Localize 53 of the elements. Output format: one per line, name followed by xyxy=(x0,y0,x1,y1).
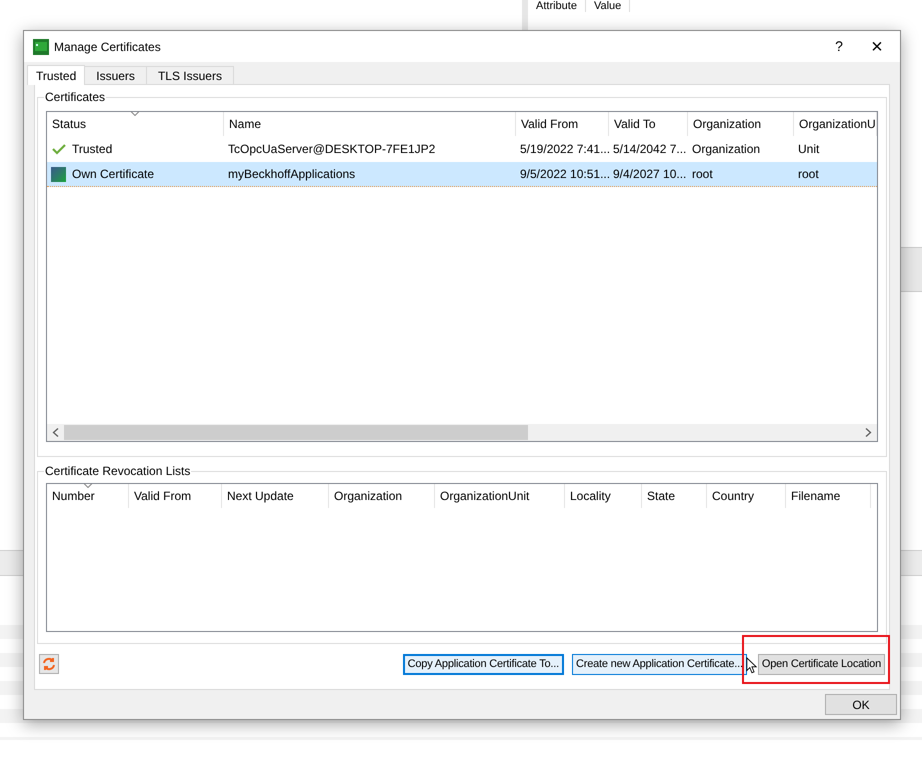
help-button[interactable]: ? xyxy=(824,32,854,62)
column-header[interactable]: Next Update xyxy=(222,484,329,508)
checkmark-icon xyxy=(52,143,66,155)
column-header[interactable]: OrganizationUnit xyxy=(435,484,565,508)
column-header: Value xyxy=(586,0,630,12)
group-title: Certificate Revocation Lists xyxy=(44,463,192,480)
tab[interactable]: Issuers xyxy=(85,66,147,84)
scrollbar-thumb[interactable] xyxy=(64,425,528,440)
table-cell-text: Own Certificate xyxy=(72,166,154,183)
app-icon xyxy=(33,38,49,54)
column-header[interactable]: Locality xyxy=(565,484,642,508)
scroll-right-icon[interactable] xyxy=(865,428,872,437)
column-header[interactable]: Valid To xyxy=(609,112,688,136)
refresh-icon xyxy=(42,657,56,671)
column-header[interactable]: Filename xyxy=(786,484,871,508)
column-header[interactable]: Status xyxy=(47,112,224,136)
table-cell-text: Unit xyxy=(798,141,820,158)
table-cell-text: 5/14/2042 7... xyxy=(613,141,686,158)
column-header[interactable]: Name xyxy=(224,112,516,136)
table-cell-text: myBeckhoffApplications xyxy=(228,166,356,183)
column-header[interactable]: Country xyxy=(707,484,786,508)
column-header[interactable]: Organization xyxy=(329,484,435,508)
action-button[interactable]: Copy Application Certificate To... xyxy=(402,654,564,674)
scroll-left-icon[interactable] xyxy=(52,428,59,437)
group-title: Certificates xyxy=(44,89,106,106)
mouse-cursor-icon xyxy=(746,657,757,674)
column-header[interactable]: OrganizationU xyxy=(794,112,877,136)
table-cell-text: TcOpcUaServer@DESKTOP-7FE1JP2 xyxy=(228,141,436,158)
column-header[interactable]: Valid From xyxy=(129,484,222,508)
table-cell-text: root xyxy=(692,166,713,183)
table-cell-text: Organization xyxy=(692,141,760,158)
table-cell-text: root xyxy=(798,166,819,183)
ok-button[interactable]: OK xyxy=(825,694,897,715)
tab[interactable]: TLS Issuers xyxy=(146,66,234,84)
action-button[interactable]: Create new Application Certificate... xyxy=(572,654,747,674)
tab[interactable]: Trusted xyxy=(27,65,86,85)
certificate-icon xyxy=(51,166,66,182)
column-header[interactable]: Organization xyxy=(688,112,794,136)
table-cell-text: 5/19/2022 7:41... xyxy=(520,141,609,158)
action-button[interactable]: Open Certificate Location xyxy=(758,654,885,674)
close-button[interactable]: × xyxy=(854,32,900,62)
table-cell-text: Trusted xyxy=(72,141,112,158)
column-header[interactable]: Valid From xyxy=(516,112,609,136)
window-title: Manage Certificates xyxy=(54,38,161,56)
table-cell-text: 9/4/2027 10... xyxy=(613,166,686,183)
table-row[interactable]: Trusted TcOpcUaServer@DESKTOP-7FE1JP2 5/19/2022 7:41... 5/14/2042 7... Organization Unit xyxy=(47,137,877,162)
horizontal-scrollbar[interactable] xyxy=(47,424,877,441)
column-header[interactable]: State xyxy=(642,484,707,508)
column-header: Attribute xyxy=(528,0,586,12)
refresh-button[interactable] xyxy=(39,654,59,674)
table-row[interactable]: Own Certificate myBeckhoffApplications 9/5/2022 10:51... 9/4/2027 10... root root xyxy=(47,162,877,187)
column-header[interactable]: Number xyxy=(47,484,129,508)
table-cell-text: 9/5/2022 10:51... xyxy=(520,166,609,183)
